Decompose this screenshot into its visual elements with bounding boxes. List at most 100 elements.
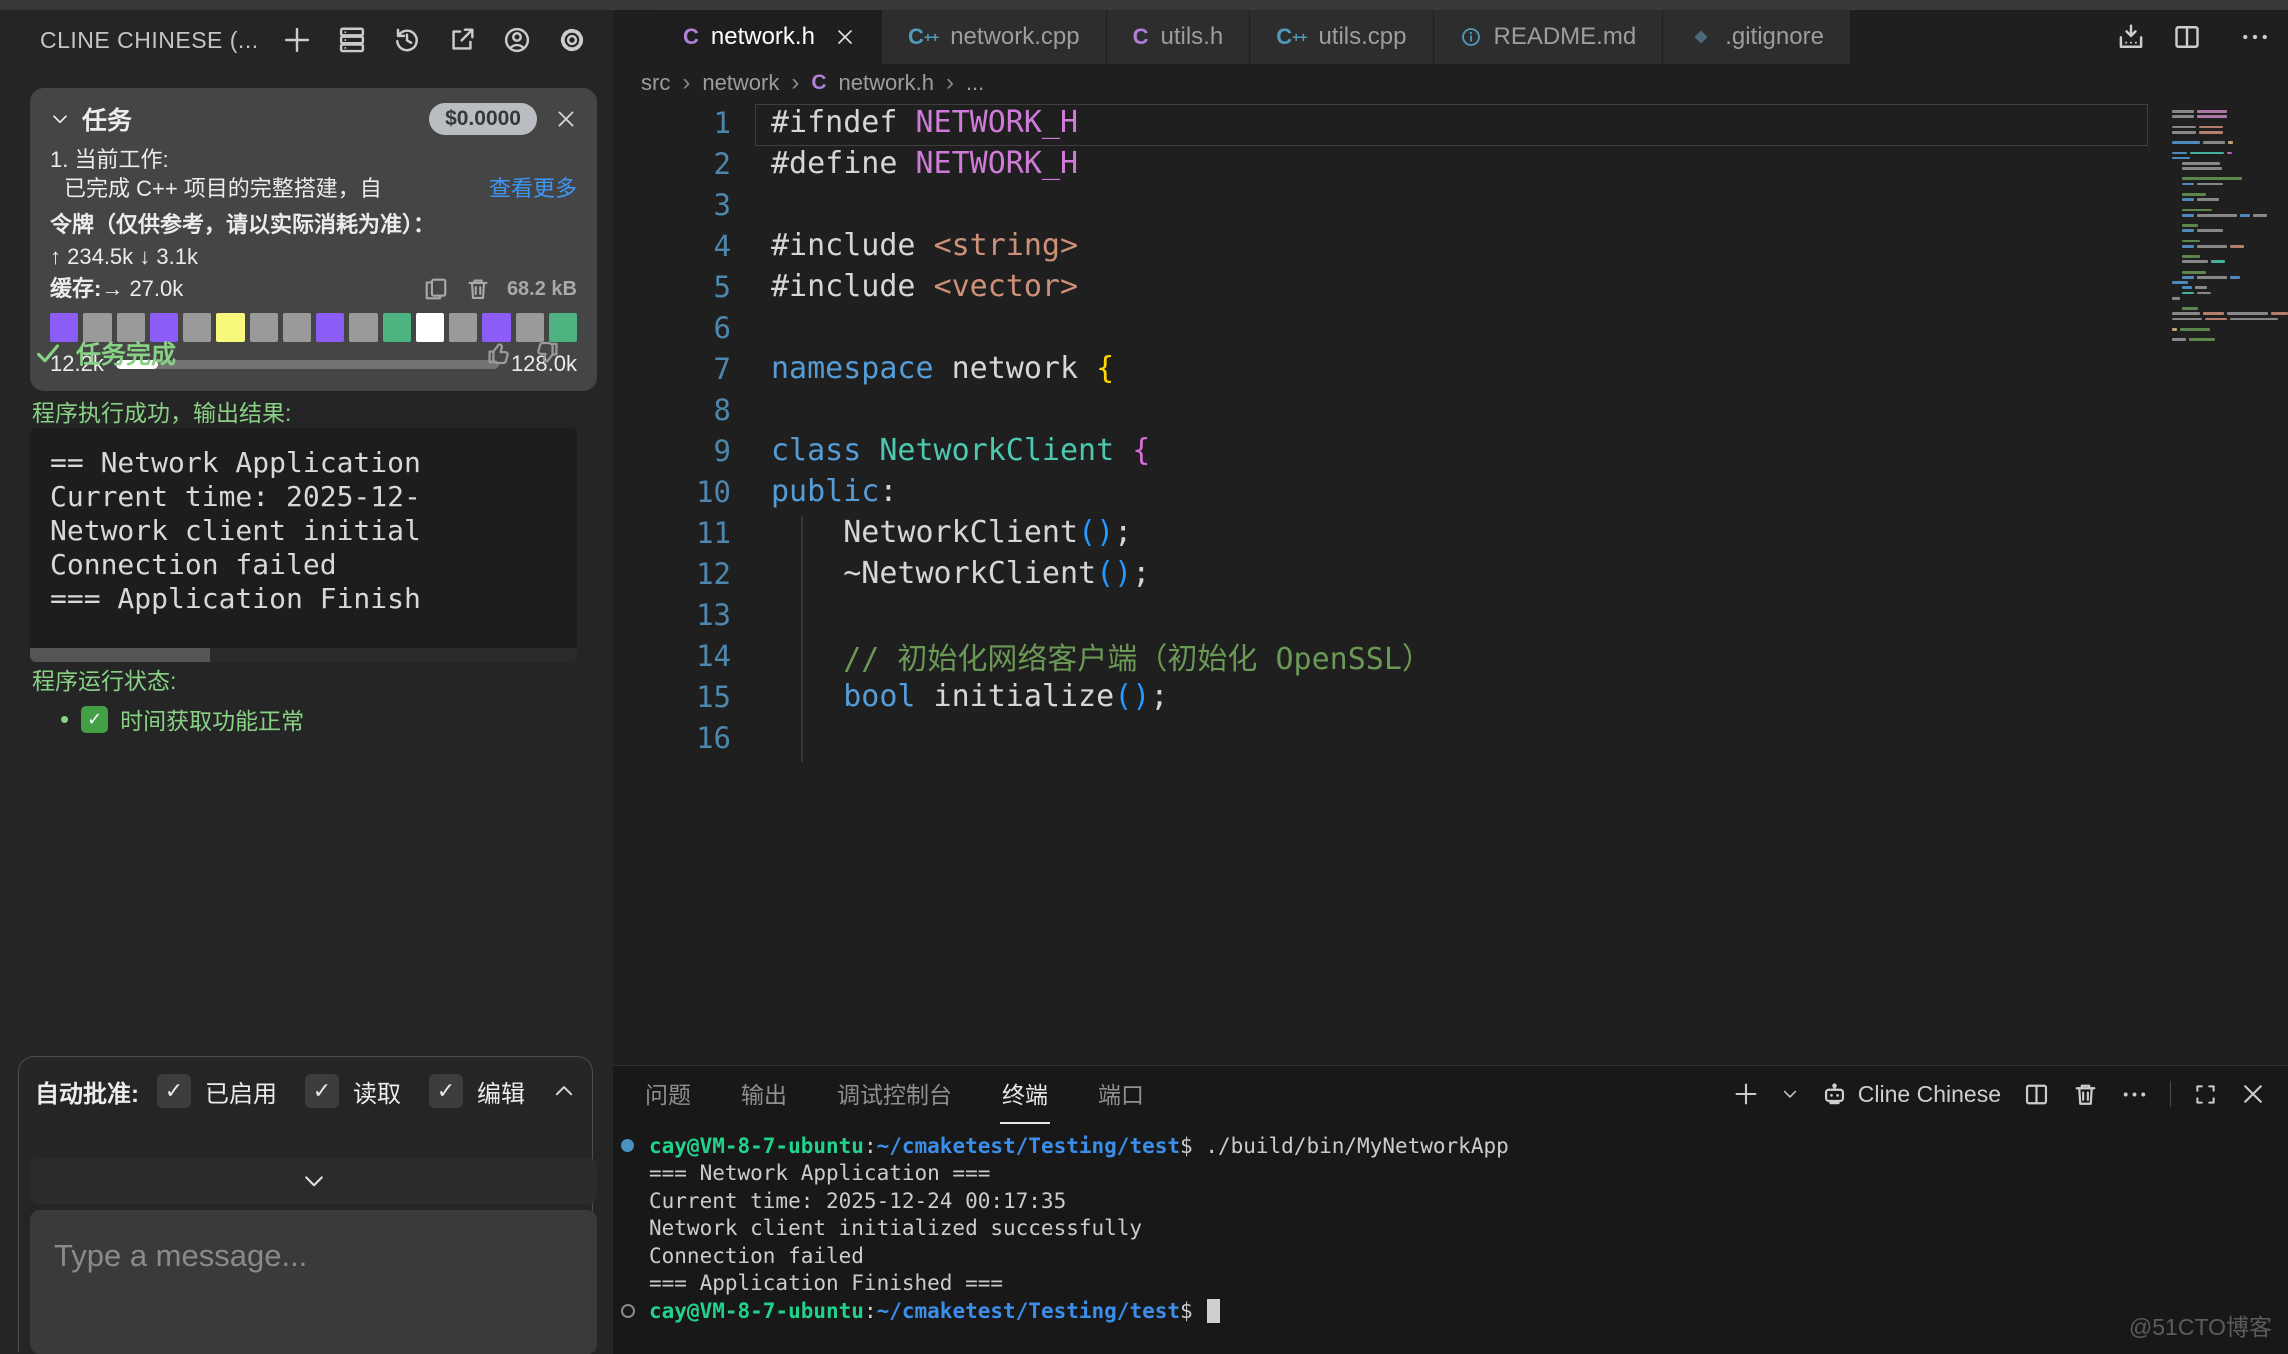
close-panel-icon[interactable] [2240,1081,2266,1107]
auto-approve-label: 自动批准: [35,1074,139,1109]
tab-.gitignore[interactable]: .gitignore [1663,10,1851,64]
output-horizontal-scrollbar[interactable] [30,648,577,662]
editor-group: Cnetwork.hC++network.cppCutils.hC++utils… [613,10,2288,1065]
history-icon[interactable] [392,25,422,55]
code-line[interactable]: 16 [613,717,2158,758]
code-text: #include <vector> [771,269,1078,304]
auto-approve-row[interactable]: 自动批准: ✓ 已启用 ✓读取 ✓编辑 [35,1069,580,1113]
output-line: == Network Application [50,446,577,480]
code-line[interactable]: 9class NetworkClient { [613,430,2158,471]
panel-tab-端口[interactable]: 端口 [1096,1064,1146,1124]
line-number: 15 [613,680,771,714]
terminal-profile[interactable]: Cline Chinese [1821,1081,2001,1108]
code-line[interactable]: 13 [613,594,2158,635]
split-terminal-icon[interactable] [2023,1081,2050,1108]
panel-more-icon[interactable] [2121,1081,2148,1108]
code-line[interactable]: 14 // 初始化网络客户端（初始化 OpenSSL） [613,635,2158,676]
command-decoration-filled[interactable] [621,1139,634,1152]
more-actions-icon[interactable] [2240,22,2270,52]
code-line[interactable]: 12 ~NetworkClient(); [613,553,2158,594]
minimap-line [2172,328,2288,331]
tab-network.h[interactable]: Cnetwork.h [657,10,882,64]
tab-README.md[interactable]: README.md [1434,10,1664,64]
chevron-up-icon[interactable] [546,1079,576,1103]
terminal[interactable]: cay@VM-8-7-ubuntu:~/cmaketest/Testing/te… [613,1132,2288,1354]
program-output-box[interactable]: == Network ApplicationCurrent time: 2025… [30,428,577,662]
code-text: public: [771,474,897,509]
code-line[interactable]: 10public: [613,471,2158,512]
auto-approve-option[interactable]: ✓ 已启用 [157,1074,277,1109]
minimap-line [2172,338,2288,341]
code-line[interactable]: 7namespace network { [613,348,2158,389]
auto-approve-option-label: 已启用 [205,1074,277,1109]
tab-utils.cpp[interactable]: C++utils.cpp [1250,10,1433,64]
close-tab-icon[interactable] [835,27,855,47]
command-decoration-hollow[interactable] [621,1304,635,1318]
message-input[interactable] [30,1210,597,1354]
tabbar-leading-space [613,10,657,64]
auto-approve-option[interactable]: ✓编辑 [429,1074,525,1109]
breadcrumb-item[interactable]: network.h [839,70,934,96]
code-line[interactable]: 8 [613,389,2158,430]
split-editor-icon[interactable] [2172,22,2202,52]
output-scrollbar-thumb[interactable] [30,648,210,662]
minimap-line [2172,250,2288,253]
thumbs-up-icon[interactable] [485,339,513,367]
code-line[interactable]: 4#include <string> [613,225,2158,266]
expand-button[interactable] [30,1158,597,1204]
new-terminal-icon[interactable] [1733,1081,1759,1107]
thumbs-down-icon[interactable] [533,339,561,367]
open-external-icon[interactable] [447,25,477,55]
breadcrumb-separator: › [946,69,954,97]
gear-icon[interactable] [557,25,587,55]
code-line[interactable]: 1#ifndef NETWORK_H [613,102,2158,143]
minimap-line [2172,126,2288,129]
terminal-dropdown-icon[interactable] [1781,1085,1799,1103]
auto-approve-option[interactable]: ✓读取 [305,1074,401,1109]
minimap-line [2182,240,2288,243]
code-editor[interactable]: 1#ifndef NETWORK_H2#define NETWORK_H34#i… [613,102,2158,1065]
code-line[interactable]: 15 bool initialize(); [613,676,2158,717]
trash-icon[interactable] [465,276,491,302]
panel-tab-问题[interactable]: 问题 [643,1064,693,1124]
line-number: 9 [613,434,771,468]
tab-network.cpp[interactable]: C++network.cpp [882,10,1107,64]
line-number: 5 [613,270,771,304]
tab-label: .gitignore [1725,23,1824,51]
breadcrumb-item[interactable]: src [641,70,670,96]
panel-tab-调试控制台[interactable]: 调试控制台 [835,1064,954,1124]
minimap[interactable] [2158,102,2288,1065]
maximize-panel-icon[interactable] [2193,1082,2218,1107]
c-file-icon: C [811,71,826,95]
minimap-line [2172,203,2288,206]
code-text: #ifndef NETWORK_H [771,105,1078,140]
minimap-line [2172,188,2288,191]
chevron-down-icon[interactable] [50,109,70,129]
breadcrumb[interactable]: src›network›Cnetwork.h›... [613,64,2288,102]
breadcrumb-item[interactable]: ... [966,70,984,96]
minimap-line [2172,146,2288,149]
checkbox-checked[interactable]: ✓ [305,1074,339,1108]
panel-tab-输出[interactable]: 输出 [739,1064,789,1124]
close-task-icon[interactable] [555,108,577,130]
tab-utils.h[interactable]: Cutils.h [1107,10,1251,64]
checkbox-checked[interactable]: ✓ [429,1074,463,1108]
checkbox-checked[interactable]: ✓ [157,1074,191,1108]
code-line[interactable]: 2#define NETWORK_H [613,143,2158,184]
minimap-line [2182,245,2288,248]
result-label: 程序执行成功，输出结果: [32,394,291,428]
code-line[interactable]: 5#include <vector> [613,266,2158,307]
copy-icon[interactable] [423,276,449,302]
kill-terminal-icon[interactable] [2072,1081,2099,1108]
panel-tab-终端[interactable]: 终端 [1000,1064,1050,1124]
account-icon[interactable] [502,25,532,55]
code-line[interactable]: 3 [613,184,2158,225]
breadcrumb-item[interactable]: network [702,70,779,96]
code-line[interactable]: 6 [613,307,2158,348]
plus-icon[interactable] [282,25,312,55]
server-icon[interactable] [337,25,367,55]
see-more-link[interactable]: 查看更多 [481,174,577,204]
run-or-install-icon[interactable] [2116,22,2146,52]
cache-value: → 27.0k [101,275,183,303]
code-line[interactable]: 11 NetworkClient(); [613,512,2158,553]
